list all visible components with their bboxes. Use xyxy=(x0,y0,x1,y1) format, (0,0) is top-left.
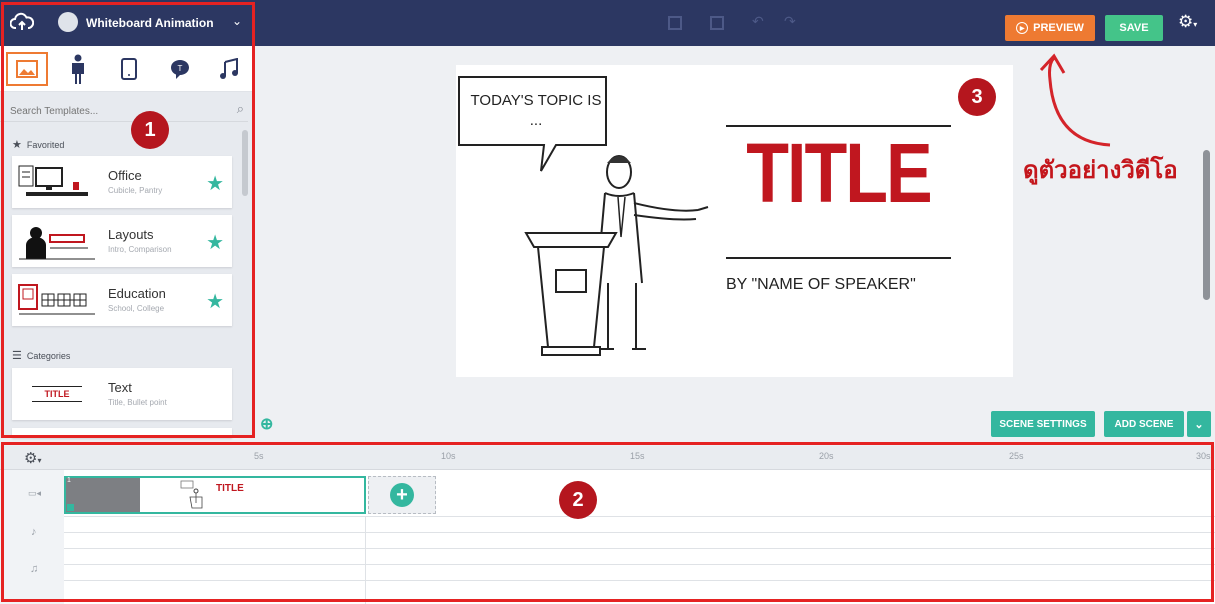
save-button[interactable]: SAVE xyxy=(1105,15,1163,41)
add-scene-label: ADD SCENE xyxy=(1114,418,1174,430)
slide-title[interactable]: TITLE xyxy=(726,125,951,221)
bring-forward-icon[interactable] xyxy=(668,16,682,30)
title-rule-bottom xyxy=(726,257,951,259)
preview-label: PREVIEW xyxy=(1033,22,1084,34)
undo-icon[interactable]: ↶ xyxy=(752,13,764,30)
annotation-box-timeline xyxy=(1,442,1214,602)
speech-bubble-text[interactable]: TODAY'S TOPIC IS ... xyxy=(468,91,604,131)
annotation-badge-3: 3 xyxy=(958,78,996,116)
zoom-in-icon[interactable]: ⊕ xyxy=(260,414,273,434)
play-circle-icon: ▶ xyxy=(1016,22,1029,34)
chevron-down-icon: ⌄ xyxy=(1194,418,1204,431)
send-backward-icon[interactable] xyxy=(710,16,724,30)
annotation-arrow xyxy=(1039,53,1111,147)
scene-settings-button[interactable]: SCENE SETTINGS xyxy=(991,411,1095,437)
scene-canvas[interactable]: TODAY'S TOPIC IS ... TITLE BY "NAME OF S… xyxy=(456,65,1013,377)
redo-icon[interactable]: ↷ xyxy=(784,13,796,30)
annotation-box-sidebar xyxy=(1,2,255,438)
annotation-badge-2: 2 xyxy=(559,481,597,519)
preview-annotation-note: ดูตัวอย่างวิดีโอ xyxy=(1023,157,1178,184)
save-label: SAVE xyxy=(1119,22,1149,34)
scene-settings-label: SCENE SETTINGS xyxy=(999,418,1087,430)
add-scene-button[interactable]: ADD SCENE xyxy=(1104,411,1184,437)
annotation-badge-1: 1 xyxy=(131,111,169,149)
stage-scrollbar[interactable] xyxy=(1203,150,1210,300)
settings-gear-icon[interactable]: ⚙▾ xyxy=(1178,12,1197,32)
preview-button[interactable]: ▶ PREVIEW xyxy=(1005,15,1095,41)
add-scene-dropdown-button[interactable]: ⌄ xyxy=(1187,411,1211,437)
speaker-byline[interactable]: BY "NAME OF SPEAKER" xyxy=(726,276,966,294)
